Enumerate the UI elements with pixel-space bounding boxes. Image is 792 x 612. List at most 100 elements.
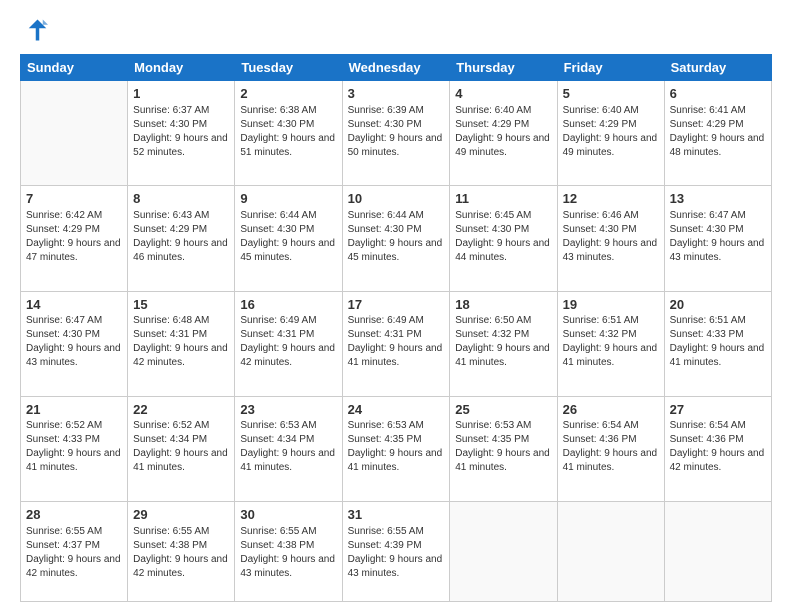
week-row-4: 21Sunrise: 6:52 AMSunset: 4:33 PMDayligh… [21, 396, 772, 501]
header [20, 16, 772, 44]
weekday-saturday: Saturday [664, 55, 771, 81]
calendar-cell: 17Sunrise: 6:49 AMSunset: 4:31 PMDayligh… [342, 291, 450, 396]
day-number: 9 [240, 190, 336, 208]
calendar-cell [450, 502, 557, 602]
day-number: 13 [670, 190, 766, 208]
day-info: Sunrise: 6:37 AMSunset: 4:30 PMDaylight:… [133, 104, 229, 160]
calendar-cell: 30Sunrise: 6:55 AMSunset: 4:38 PMDayligh… [235, 502, 342, 602]
day-number: 1 [133, 85, 229, 103]
calendar-cell: 8Sunrise: 6:43 AMSunset: 4:29 PMDaylight… [128, 186, 235, 291]
day-number: 21 [26, 401, 122, 419]
weekday-monday: Monday [128, 55, 235, 81]
day-number: 24 [348, 401, 445, 419]
calendar-cell: 16Sunrise: 6:49 AMSunset: 4:31 PMDayligh… [235, 291, 342, 396]
calendar-cell [557, 502, 664, 602]
day-number: 22 [133, 401, 229, 419]
day-info: Sunrise: 6:46 AMSunset: 4:30 PMDaylight:… [563, 209, 659, 265]
weekday-friday: Friday [557, 55, 664, 81]
calendar-cell: 7Sunrise: 6:42 AMSunset: 4:29 PMDaylight… [21, 186, 128, 291]
day-info: Sunrise: 6:44 AMSunset: 4:30 PMDaylight:… [240, 209, 336, 265]
week-row-3: 14Sunrise: 6:47 AMSunset: 4:30 PMDayligh… [21, 291, 772, 396]
calendar-cell: 20Sunrise: 6:51 AMSunset: 4:33 PMDayligh… [664, 291, 771, 396]
day-number: 19 [563, 296, 659, 314]
day-number: 7 [26, 190, 122, 208]
day-info: Sunrise: 6:38 AMSunset: 4:30 PMDaylight:… [240, 104, 336, 160]
calendar-cell: 26Sunrise: 6:54 AMSunset: 4:36 PMDayligh… [557, 396, 664, 501]
day-info: Sunrise: 6:53 AMSunset: 4:35 PMDaylight:… [348, 419, 445, 475]
day-info: Sunrise: 6:47 AMSunset: 4:30 PMDaylight:… [26, 314, 122, 370]
page: SundayMondayTuesdayWednesdayThursdayFrid… [0, 0, 792, 612]
week-row-5: 28Sunrise: 6:55 AMSunset: 4:37 PMDayligh… [21, 502, 772, 602]
calendar-cell: 31Sunrise: 6:55 AMSunset: 4:39 PMDayligh… [342, 502, 450, 602]
day-info: Sunrise: 6:52 AMSunset: 4:33 PMDaylight:… [26, 419, 122, 475]
day-info: Sunrise: 6:42 AMSunset: 4:29 PMDaylight:… [26, 209, 122, 265]
day-number: 12 [563, 190, 659, 208]
day-info: Sunrise: 6:52 AMSunset: 4:34 PMDaylight:… [133, 419, 229, 475]
day-number: 17 [348, 296, 445, 314]
day-info: Sunrise: 6:39 AMSunset: 4:30 PMDaylight:… [348, 104, 445, 160]
day-info: Sunrise: 6:49 AMSunset: 4:31 PMDaylight:… [348, 314, 445, 370]
day-info: Sunrise: 6:55 AMSunset: 4:39 PMDaylight:… [348, 525, 445, 581]
day-info: Sunrise: 6:44 AMSunset: 4:30 PMDaylight:… [348, 209, 445, 265]
weekday-sunday: Sunday [21, 55, 128, 81]
day-number: 14 [26, 296, 122, 314]
calendar-cell: 3Sunrise: 6:39 AMSunset: 4:30 PMDaylight… [342, 81, 450, 186]
day-info: Sunrise: 6:51 AMSunset: 4:33 PMDaylight:… [670, 314, 766, 370]
day-number: 6 [670, 85, 766, 103]
day-number: 10 [348, 190, 445, 208]
day-number: 26 [563, 401, 659, 419]
day-info: Sunrise: 6:55 AMSunset: 4:38 PMDaylight:… [133, 525, 229, 581]
logo [20, 16, 52, 44]
calendar-cell [21, 81, 128, 186]
day-number: 5 [563, 85, 659, 103]
weekday-header-row: SundayMondayTuesdayWednesdayThursdayFrid… [21, 55, 772, 81]
day-number: 15 [133, 296, 229, 314]
calendar-cell: 9Sunrise: 6:44 AMSunset: 4:30 PMDaylight… [235, 186, 342, 291]
calendar-cell: 5Sunrise: 6:40 AMSunset: 4:29 PMDaylight… [557, 81, 664, 186]
day-info: Sunrise: 6:53 AMSunset: 4:35 PMDaylight:… [455, 419, 551, 475]
day-info: Sunrise: 6:47 AMSunset: 4:30 PMDaylight:… [670, 209, 766, 265]
weekday-wednesday: Wednesday [342, 55, 450, 81]
day-info: Sunrise: 6:49 AMSunset: 4:31 PMDaylight:… [240, 314, 336, 370]
calendar-cell: 4Sunrise: 6:40 AMSunset: 4:29 PMDaylight… [450, 81, 557, 186]
week-row-1: 1Sunrise: 6:37 AMSunset: 4:30 PMDaylight… [21, 81, 772, 186]
day-number: 3 [348, 85, 445, 103]
day-number: 2 [240, 85, 336, 103]
calendar-cell [664, 502, 771, 602]
calendar-cell: 12Sunrise: 6:46 AMSunset: 4:30 PMDayligh… [557, 186, 664, 291]
day-number: 23 [240, 401, 336, 419]
day-info: Sunrise: 6:53 AMSunset: 4:34 PMDaylight:… [240, 419, 336, 475]
calendar-cell: 22Sunrise: 6:52 AMSunset: 4:34 PMDayligh… [128, 396, 235, 501]
day-number: 29 [133, 506, 229, 524]
day-number: 30 [240, 506, 336, 524]
day-info: Sunrise: 6:43 AMSunset: 4:29 PMDaylight:… [133, 209, 229, 265]
calendar-cell: 15Sunrise: 6:48 AMSunset: 4:31 PMDayligh… [128, 291, 235, 396]
day-info: Sunrise: 6:45 AMSunset: 4:30 PMDaylight:… [455, 209, 551, 265]
calendar-cell: 18Sunrise: 6:50 AMSunset: 4:32 PMDayligh… [450, 291, 557, 396]
calendar-cell: 28Sunrise: 6:55 AMSunset: 4:37 PMDayligh… [21, 502, 128, 602]
calendar-cell: 11Sunrise: 6:45 AMSunset: 4:30 PMDayligh… [450, 186, 557, 291]
calendar-table: SundayMondayTuesdayWednesdayThursdayFrid… [20, 54, 772, 602]
calendar-cell: 19Sunrise: 6:51 AMSunset: 4:32 PMDayligh… [557, 291, 664, 396]
day-number: 4 [455, 85, 551, 103]
day-info: Sunrise: 6:40 AMSunset: 4:29 PMDaylight:… [455, 104, 551, 160]
calendar-cell: 24Sunrise: 6:53 AMSunset: 4:35 PMDayligh… [342, 396, 450, 501]
calendar-cell: 13Sunrise: 6:47 AMSunset: 4:30 PMDayligh… [664, 186, 771, 291]
calendar-cell: 23Sunrise: 6:53 AMSunset: 4:34 PMDayligh… [235, 396, 342, 501]
day-info: Sunrise: 6:54 AMSunset: 4:36 PMDaylight:… [670, 419, 766, 475]
day-number: 31 [348, 506, 445, 524]
day-info: Sunrise: 6:55 AMSunset: 4:37 PMDaylight:… [26, 525, 122, 581]
calendar-cell: 25Sunrise: 6:53 AMSunset: 4:35 PMDayligh… [450, 396, 557, 501]
calendar-cell: 2Sunrise: 6:38 AMSunset: 4:30 PMDaylight… [235, 81, 342, 186]
day-number: 28 [26, 506, 122, 524]
day-number: 11 [455, 190, 551, 208]
day-number: 8 [133, 190, 229, 208]
day-info: Sunrise: 6:41 AMSunset: 4:29 PMDaylight:… [670, 104, 766, 160]
calendar-cell: 29Sunrise: 6:55 AMSunset: 4:38 PMDayligh… [128, 502, 235, 602]
day-info: Sunrise: 6:51 AMSunset: 4:32 PMDaylight:… [563, 314, 659, 370]
calendar-cell: 27Sunrise: 6:54 AMSunset: 4:36 PMDayligh… [664, 396, 771, 501]
calendar-cell: 6Sunrise: 6:41 AMSunset: 4:29 PMDaylight… [664, 81, 771, 186]
week-row-2: 7Sunrise: 6:42 AMSunset: 4:29 PMDaylight… [21, 186, 772, 291]
day-info: Sunrise: 6:48 AMSunset: 4:31 PMDaylight:… [133, 314, 229, 370]
day-number: 20 [670, 296, 766, 314]
